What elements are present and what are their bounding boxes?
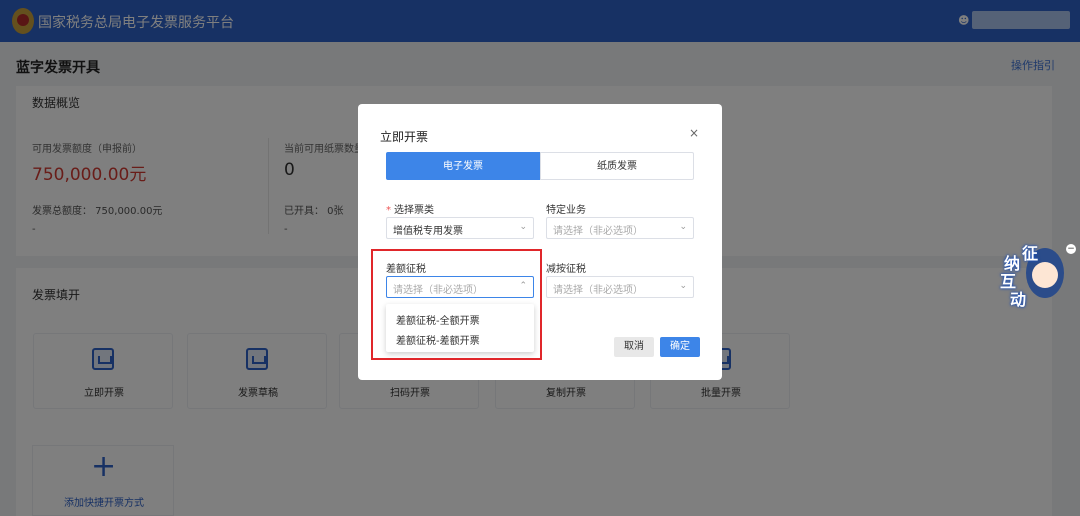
cancel-button[interactable]: 取消: [614, 337, 654, 357]
mascot-face-icon: [1032, 262, 1058, 288]
chevron-down-icon: ⌄: [679, 222, 687, 232]
mascot-char: 征: [1022, 244, 1039, 263]
special-business-label: 特定业务: [546, 205, 586, 216]
annotation-highlight-box: [371, 249, 542, 360]
chevron-down-icon: ⌄: [679, 281, 687, 291]
reduced-tax-placeholder: 请选择（非必选项）: [553, 285, 643, 296]
mascot-char: 动: [1010, 290, 1027, 309]
reduced-tax-label: 减按征税: [546, 264, 586, 275]
ticket-type-select[interactable]: 增值税专用发票 ⌄: [386, 217, 534, 239]
assistant-mascot[interactable]: 征 纳 互 动: [998, 240, 1070, 309]
ticket-type-value: 增值税专用发票: [393, 226, 463, 237]
dialog-title: 立即开票: [380, 130, 429, 144]
ticket-type-label: * 选择票类: [386, 205, 434, 216]
special-business-placeholder: 请选择（非必选项）: [553, 226, 643, 237]
tab-electronic-invoice[interactable]: 电子发票: [386, 152, 540, 180]
reduced-tax-select[interactable]: 请选择（非必选项） ⌄: [546, 276, 694, 298]
special-business-select[interactable]: 请选择（非必选项） ⌄: [546, 217, 694, 239]
mascot-minimize-button[interactable]: −: [1066, 244, 1076, 254]
confirm-button[interactable]: 确定: [660, 337, 700, 357]
chevron-down-icon: ⌄: [519, 222, 527, 232]
close-icon[interactable]: ×: [689, 126, 699, 140]
tab-paper-invoice[interactable]: 纸质发票: [540, 152, 694, 180]
